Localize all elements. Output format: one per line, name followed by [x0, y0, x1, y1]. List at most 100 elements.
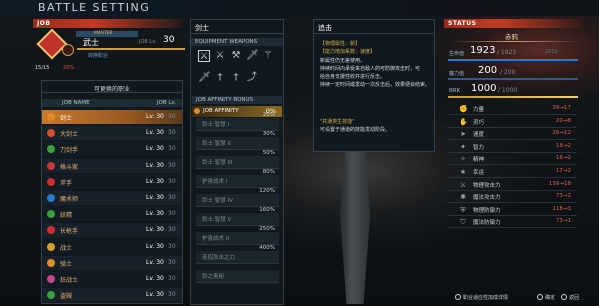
- affinity-label: JOB AFFINITY: [203, 108, 239, 114]
- job-icon: [47, 113, 55, 121]
- job-level-value: 30: [163, 35, 175, 45]
- job-name: 魔术师: [60, 196, 79, 203]
- hint-back-icon: [561, 294, 567, 300]
- sword-weapon-icon: ⚔: [215, 50, 225, 61]
- hp-label: 生命值: [449, 51, 465, 57]
- job-list-item[interactable]: 狂战士 Lv. 30 30: [42, 272, 182, 286]
- job-level: Lv. 30: [146, 226, 164, 234]
- name-underline: [450, 41, 580, 42]
- job-level-label: JOB Lv.: [139, 39, 157, 45]
- job-list-item[interactable]: 刀剑手 Lv. 30 30: [42, 142, 182, 157]
- job-max-level: 30: [168, 226, 176, 234]
- job-icon: [47, 258, 55, 267]
- job-list-item[interactable]: 妖精 Lv. 30 30: [42, 207, 182, 222]
- job-list-item[interactable]: 格斗家 Lv. 30 30: [42, 158, 182, 173]
- affinity-icon: [194, 108, 200, 114]
- job-list-item[interactable]: 剑士 Lv. 30 30: [42, 110, 182, 124]
- character-name: 赤鸦: [505, 33, 518, 41]
- stat-row: ✺ 魔法攻击力 73→2: [447, 191, 577, 204]
- job-list-item[interactable]: 大剑士 Lv. 30 30: [42, 126, 182, 141]
- stat-icon: ✦: [460, 142, 466, 151]
- affinity-bonus-row[interactable]: 护身战术 II 250%: [196, 226, 279, 245]
- stat-icon: ✊: [459, 105, 468, 113]
- affinity-bonus-row[interactable]: 剑之奥秘: [196, 270, 279, 283]
- stat-row: ⚔ 物理攻击力 139→18: [447, 179, 577, 191]
- stat-value: 26→12: [552, 130, 571, 137]
- bonus-threshold: 50%: [262, 150, 275, 156]
- job-list-title: 可更换的职业: [42, 81, 182, 93]
- job-list-item[interactable]: 骑士 Lv. 30 30: [42, 255, 182, 270]
- hint-confirm[interactable]: 确定: [545, 294, 555, 301]
- bonus-name: 剑士 智慧 I: [202, 122, 230, 128]
- affinity-bonus-row[interactable]: 剑士 智慧 I 20%: [196, 112, 279, 131]
- hint-confirm-icon: [537, 294, 543, 300]
- job-name: 大剑士: [60, 131, 79, 139]
- job-max-level: 30: [168, 194, 176, 201]
- stat-name: 力量: [473, 107, 485, 113]
- affinity-bonus-row[interactable]: 剑士 智慧 V 160%: [196, 207, 279, 226]
- skill-note-title: "共通类生技能": [320, 119, 355, 125]
- job-max-level: 30: [168, 113, 176, 120]
- job-level-bar: [77, 48, 185, 50]
- job-level: Lv. 30: [146, 113, 164, 120]
- job-list-item[interactable]: 盗贼 Lv. 30 30: [42, 288, 182, 303]
- affinity-bonus-row[interactable]: 连招攻击之力 400%: [196, 245, 279, 264]
- job-stat-2: 20%: [63, 65, 75, 71]
- mp-bar: [448, 78, 578, 80]
- job-max-level: 30: [168, 258, 176, 266]
- stat-value: 73→1: [555, 218, 571, 225]
- bonus-threshold: 250%: [259, 226, 275, 232]
- current-job-name: 武士: [83, 38, 99, 47]
- job-list-item[interactable]: 魔术师 Lv. 30 30: [42, 191, 182, 205]
- bonus-name: 剑士 智慧 IV: [202, 198, 233, 204]
- current-job-card[interactable]: MASTER 武士 JOB Lv. 30 转换职业 15/15 20%: [33, 28, 185, 72]
- hp-value: 1923: [470, 45, 496, 56]
- affinity-bonus-row[interactable]: 剑士 智慧 IV 120%: [196, 188, 279, 207]
- page-title: BATTLE SETTING: [38, 1, 151, 14]
- status-section-label: STATUS: [444, 19, 582, 28]
- job-name: 狂战士: [60, 277, 79, 284]
- skill-panel: 追击 【物理属性：斩】 【能力增加系数：速度】 新属性仍无差使用。 持续时间内承…: [313, 19, 435, 152]
- stat-row: ⛨ 物理防御力 118→3: [447, 204, 577, 216]
- job-name: 盗贼: [60, 293, 73, 301]
- job-max-level: 30: [168, 129, 176, 137]
- job-list: 剑士 Lv. 30 30 大剑士 Lv. 30 30 刀剑手 Lv. 30 30 格斗家 Lv. 3…: [42, 110, 182, 305]
- job-list-item[interactable]: 战士 Lv. 30 30: [42, 239, 182, 254]
- hint-back[interactable]: 返回: [569, 294, 579, 301]
- job-list-panel: 可更换的职业 JOB NAME JOB Lv. 剑士 Lv. 30 30 大剑士 Lv.…: [41, 80, 183, 304]
- job-list-header: JOB NAME JOB Lv.: [42, 99, 182, 107]
- job-icon: [47, 291, 55, 300]
- skill-desc-1: 新属性仍无差使用。: [320, 58, 366, 64]
- stat-value: 73→2: [555, 193, 571, 200]
- stat-row: ✧ 精神 16→2: [447, 153, 577, 166]
- hp-bar: [448, 59, 578, 61]
- job-level: Lv. 30: [146, 291, 164, 299]
- job-stat-1: 15/15: [35, 65, 50, 71]
- job-list-item[interactable]: 斧手 Lv. 30 30: [42, 174, 182, 189]
- stat-name: 物理防御力: [473, 207, 501, 214]
- job-icon: [47, 275, 55, 283]
- stat-value: 17→2: [555, 168, 571, 174]
- skill-desc-3: 给自身支援性收并进行反击。: [320, 74, 386, 80]
- job-list-item[interactable]: 长枪手 Lv. 30 30: [42, 223, 182, 238]
- affinity-bonus-row[interactable]: 剑士 智慧 II 30%: [196, 131, 279, 150]
- stat-name: 精神: [473, 157, 485, 164]
- stat-row: ✋ 灵巧 20→8: [447, 116, 577, 128]
- affinity-bonus-row[interactable]: 护身战术 I 80%: [196, 169, 279, 188]
- hint-detail-icon: [455, 294, 461, 300]
- job-level: Lv. 30: [146, 275, 164, 282]
- bonus-name: 剑士 智慧 III: [202, 160, 233, 166]
- affinity-bonus-row[interactable]: 剑士 智慧 III 50%: [196, 150, 279, 169]
- skill-tag-1: 【物理属性：斩】: [320, 41, 361, 47]
- stat-value: 139→18: [548, 180, 571, 187]
- stat-row: ⛉ 魔法防御力 73→1: [447, 216, 577, 229]
- stat-row: ✦ 智力 18→2: [447, 141, 577, 153]
- job-level-badge-icon: [62, 44, 74, 56]
- skill-desc-2: 持续时间内承受来自敌人的可防御攻击时，可: [320, 66, 421, 72]
- hint-detail[interactable]: 职业适应性加成详情: [463, 294, 508, 301]
- bonus-threshold: 120%: [259, 188, 275, 194]
- mp-value: 200: [478, 65, 498, 76]
- wand-weapon-icon: ⚚: [263, 50, 273, 61]
- dagger-weapon-icon: †: [217, 72, 223, 83]
- job-max-level: 30: [168, 161, 176, 169]
